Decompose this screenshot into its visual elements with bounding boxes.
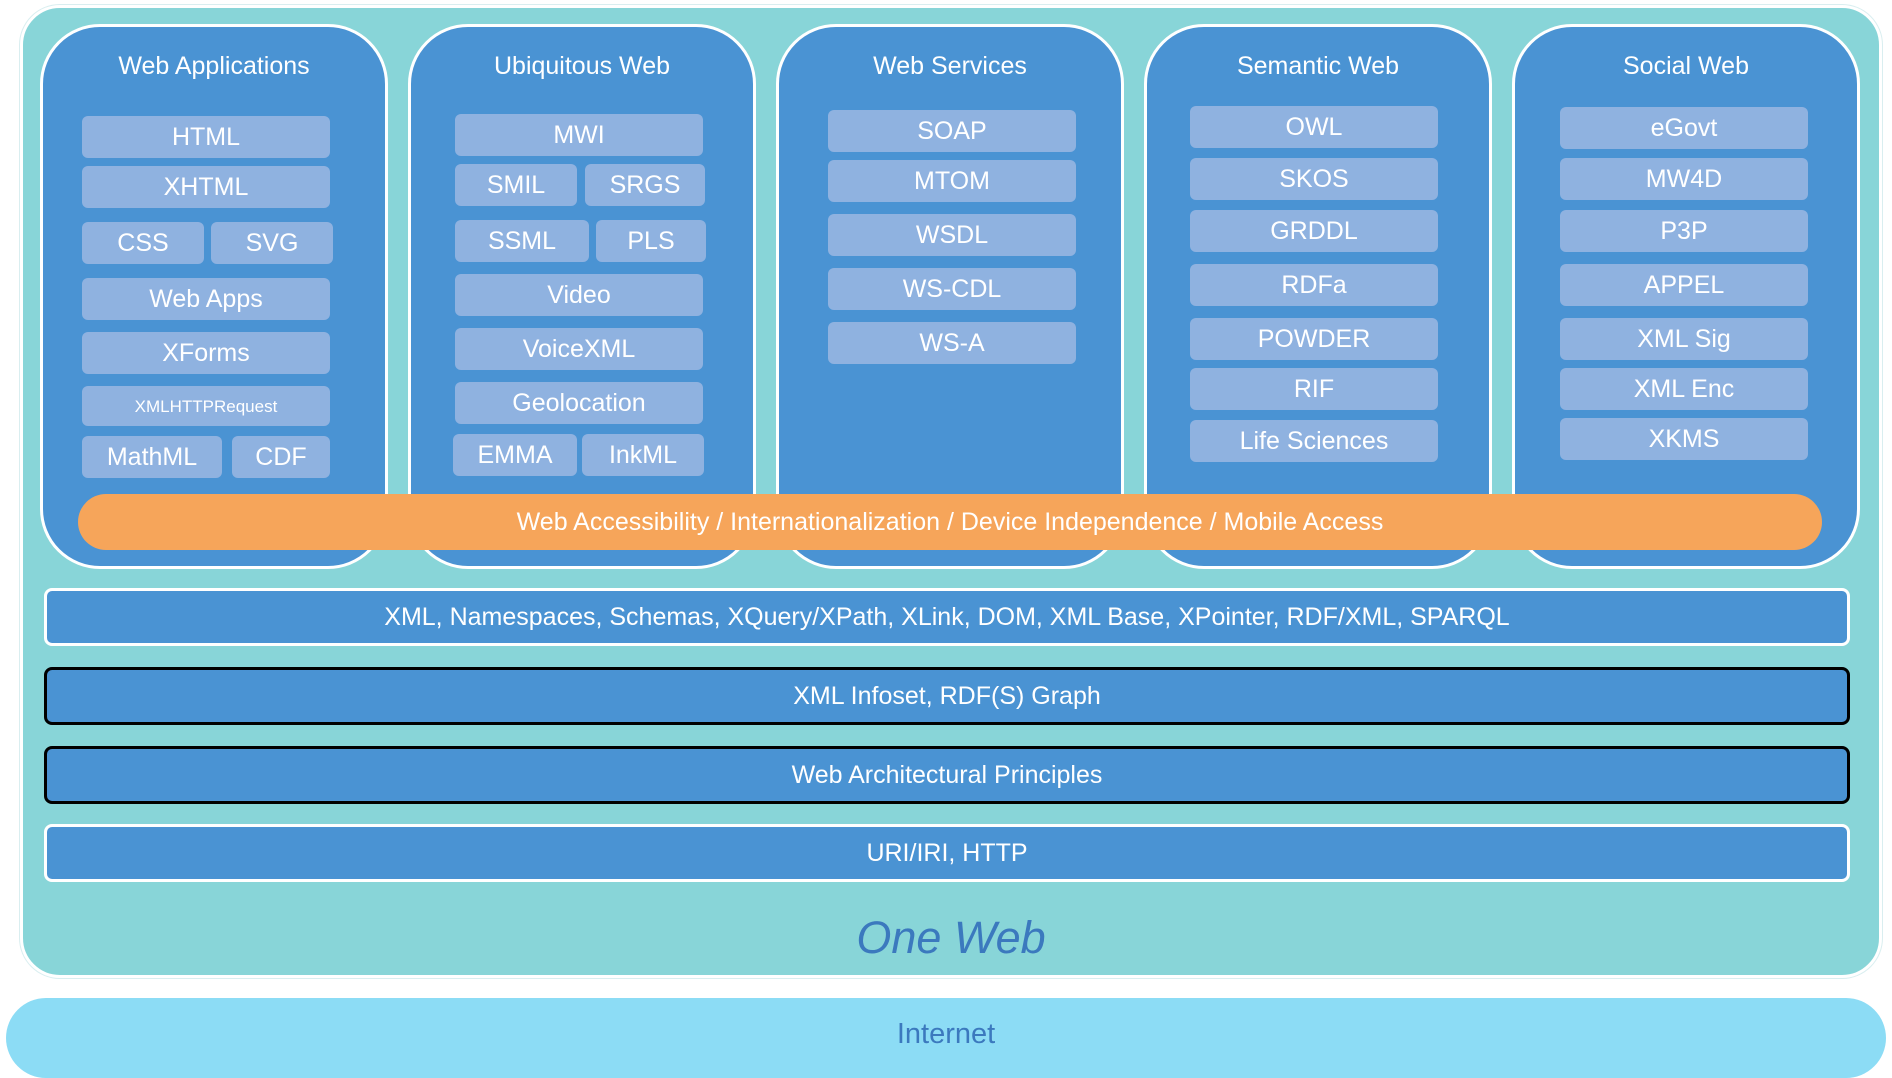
tech-item: MWI <box>455 114 703 156</box>
internet-layer: Internet <box>6 998 1886 1078</box>
column-title: Semantic Web <box>1236 52 1400 80</box>
tech-item: MathML <box>82 436 222 478</box>
tech-item: RDFa <box>1190 264 1438 306</box>
tech-item: MTOM <box>828 160 1076 202</box>
column-title: Ubiquitous Web <box>493 52 671 80</box>
tech-item: HTML <box>82 116 330 158</box>
tech-item: XMLHTTPRequest <box>82 386 330 426</box>
tech-item: GRDDL <box>1190 210 1438 252</box>
tech-item: XKMS <box>1560 418 1808 460</box>
tech-item: CSS <box>82 222 204 264</box>
tech-item: WSDL <box>828 214 1076 256</box>
tech-item: XHTML <box>82 166 330 208</box>
tech-item: EMMA <box>453 434 577 476</box>
tech-item: MW4D <box>1560 158 1808 200</box>
one-web-label: One Web <box>856 912 1046 963</box>
column-title: Social Web <box>1623 52 1749 80</box>
tech-item: InkML <box>582 434 704 476</box>
tech-item: Video <box>455 274 703 316</box>
tech-item: XML Sig <box>1560 318 1808 360</box>
tech-item: CDF <box>232 436 330 478</box>
tech-item: P3P <box>1560 210 1808 252</box>
tech-item: PLS <box>596 220 706 262</box>
layer-uri-http: URI/IRI, HTTP <box>44 824 1850 882</box>
tech-item: SMIL <box>455 164 577 206</box>
column-title: Web Applications <box>118 52 310 80</box>
tech-item: OWL <box>1190 106 1438 148</box>
tech-item: XML Enc <box>1560 368 1808 410</box>
tech-item: Web Apps <box>82 278 330 320</box>
tech-item: SVG <box>211 222 333 264</box>
layer-infoset-graph: XML Infoset, RDF(S) Graph <box>44 667 1850 725</box>
tech-item: RIF <box>1190 368 1438 410</box>
tech-item: Life Sciences <box>1190 420 1438 462</box>
tech-item: WS-CDL <box>828 268 1076 310</box>
tech-item: SOAP <box>828 110 1076 152</box>
tech-item: SKOS <box>1190 158 1438 200</box>
layer-architectural-principles: Web Architectural Principles <box>44 746 1850 804</box>
tech-item: SRGS <box>585 164 705 206</box>
tech-item: VoiceXML <box>455 328 703 370</box>
tech-item: POWDER <box>1190 318 1438 360</box>
column-title: Web Services <box>873 52 1027 80</box>
accessibility-band: Web Accessibility / Internationalization… <box>78 494 1822 550</box>
internet-label: Internet <box>896 1018 996 1050</box>
tech-item: SSML <box>455 220 589 262</box>
tech-item: WS-A <box>828 322 1076 364</box>
tech-item: XForms <box>82 332 330 374</box>
tech-item: Geolocation <box>455 382 703 424</box>
tech-item: eGovt <box>1560 107 1808 149</box>
layer-xml-technologies: XML, Namespaces, Schemas, XQuery/XPath, … <box>44 588 1850 646</box>
tech-item: APPEL <box>1560 264 1808 306</box>
